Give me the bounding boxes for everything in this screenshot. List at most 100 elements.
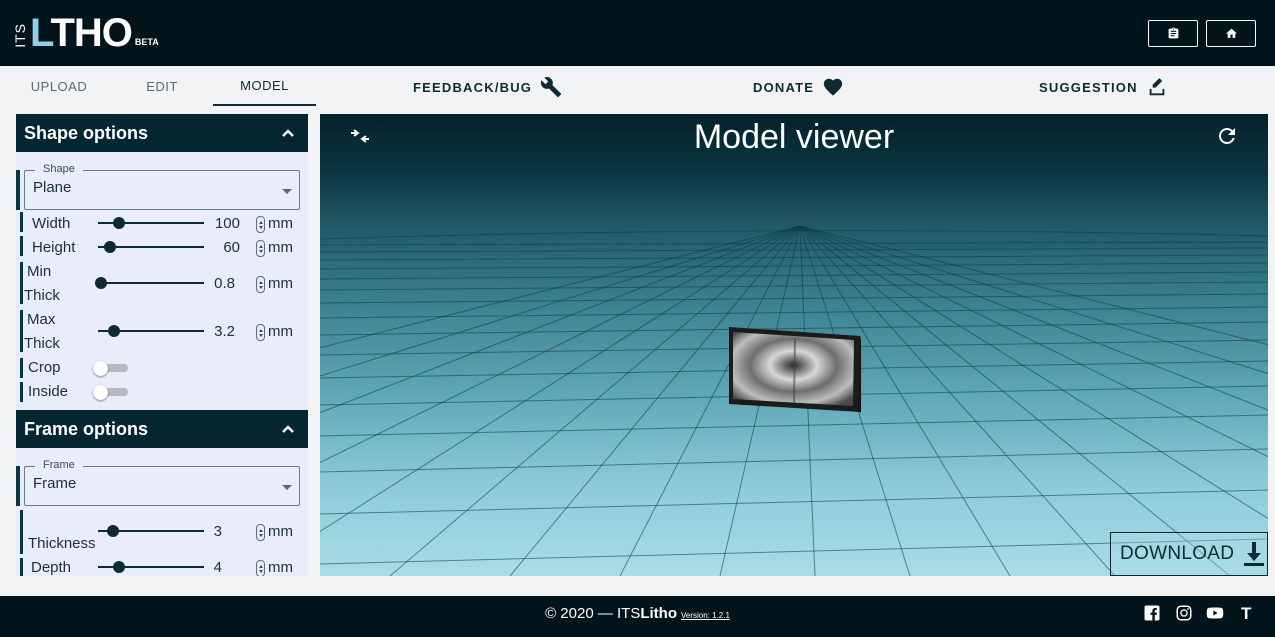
max-thick-unit: mm — [268, 323, 293, 340]
pencil-box-icon — [1149, 78, 1165, 96]
frame-select[interactable]: Frame Frame — [24, 459, 300, 506]
thickness-label: Thickness — [28, 535, 96, 552]
height-label: Height — [32, 239, 76, 256]
width-accent — [20, 212, 23, 232]
min-thick-slider-thumb[interactable] — [95, 277, 107, 289]
thickness-value[interactable]: 3 — [182, 523, 222, 540]
refresh-icon[interactable] — [1215, 124, 1239, 148]
max-thick-label-line1: Max — [27, 311, 56, 328]
suggestion-link[interactable]: SUGGESTION — [1039, 72, 1168, 102]
instagram-icon[interactable] — [1175, 604, 1195, 624]
app-logo[interactable]: ITS LTHO BETA — [12, 8, 159, 56]
min-thick-label-line2: Thick — [24, 287, 60, 304]
home-button[interactable] — [1206, 20, 1256, 47]
shape-select[interactable]: Shape Plane — [24, 163, 300, 210]
model-viewer[interactable]: Model viewer DOWNLOAD — [320, 114, 1268, 576]
feedback-label: FEEDBACK/BUG — [413, 79, 533, 95]
min-thick-label-line1: Min — [27, 263, 52, 280]
options-sidebar[interactable]: Shape options Shape Plane Width 100 mm H… — [16, 114, 308, 576]
min-thick-slider-track[interactable] — [98, 282, 204, 284]
min-thick-value[interactable]: 0.8 — [195, 275, 235, 292]
download-button[interactable]: DOWNLOAD — [1110, 532, 1268, 576]
suggestion-label: SUGGESTION — [1039, 79, 1138, 95]
thickness-accent — [20, 510, 23, 554]
depth-slider-thumb[interactable] — [113, 561, 125, 573]
width-label: Width — [32, 215, 71, 232]
donate-link[interactable]: DONATE — [753, 72, 844, 102]
crop-accent — [20, 358, 23, 378]
download-icon — [1244, 542, 1265, 566]
max-thick-stepper[interactable] — [256, 324, 265, 341]
shape-select-value: Plane — [33, 179, 72, 196]
copyright-text: © 2020 — ITSLitho Version: 1.2.1 — [545, 605, 730, 622]
depth-accent — [20, 558, 23, 576]
frame-select-value: Frame — [33, 475, 77, 492]
viewer-title: Model viewer — [693, 118, 895, 156]
max-thick-accent — [20, 310, 23, 352]
heart-icon — [823, 78, 843, 96]
width-slider-thumb[interactable] — [113, 217, 125, 229]
youtube-icon[interactable] — [1206, 604, 1226, 624]
height-unit: mm — [268, 239, 293, 256]
ground-grid — [320, 225, 1268, 576]
max-thick-slider-thumb[interactable] — [108, 325, 120, 337]
thingiverse-icon[interactable]: T — [1241, 604, 1261, 624]
shape-select-legend: Shape — [35, 163, 83, 175]
shape-options-title: Shape options — [24, 122, 149, 143]
depth-label: Depth — [31, 559, 72, 576]
beta-badge: BETA — [134, 37, 159, 47]
inside-switch-thumb[interactable] — [93, 385, 108, 400]
depth-stepper[interactable] — [256, 560, 265, 576]
frame-options-header[interactable]: Frame options — [16, 410, 308, 448]
shape-options-header[interactable]: Shape options — [16, 114, 308, 152]
min-thick-accent — [20, 262, 23, 304]
min-thick-unit: mm — [268, 275, 293, 292]
width-stepper[interactable] — [256, 216, 265, 233]
max-thick-value[interactable]: 3.2 — [195, 323, 235, 340]
crop-label: Crop — [28, 359, 61, 376]
max-thick-label-line2: Thick — [24, 335, 60, 352]
shape-select-accent — [16, 170, 20, 210]
app-footer: © 2020 — ITSLitho Version: 1.2.1 T — [0, 596, 1275, 637]
min-thick-stepper[interactable] — [256, 276, 265, 293]
chevron-down-icon — [282, 189, 292, 194]
width-unit: mm — [268, 215, 293, 232]
thickness-unit: mm — [268, 523, 293, 540]
height-stepper[interactable] — [256, 240, 265, 257]
width-value[interactable]: 100 — [200, 215, 240, 232]
main-nav: UPLOAD EDIT MODEL FEEDBACK/BUG DONATE SU… — [0, 66, 1275, 108]
frame-select-legend: Frame — [35, 459, 83, 471]
app-header: ITS LTHO BETA — [0, 0, 1275, 66]
crop-switch-thumb[interactable] — [93, 361, 108, 376]
chevron-up-icon[interactable] — [280, 125, 296, 141]
wrench-icon — [541, 77, 562, 98]
donate-label: DONATE — [753, 79, 815, 95]
depth-value[interactable]: 4 — [182, 559, 222, 576]
height-value[interactable]: 60 — [200, 239, 240, 256]
tab-edit[interactable]: EDIT — [122, 66, 202, 106]
clipboard-icon — [1168, 27, 1178, 39]
lithophane-model[interactable] — [729, 327, 861, 413]
logo-text: LTHO — [30, 11, 133, 55]
thickness-slider-thumb[interactable] — [107, 525, 119, 537]
download-label: DOWNLOAD — [1120, 543, 1235, 564]
chevron-down-icon — [282, 485, 292, 490]
frame-select-accent — [16, 466, 20, 506]
clipboard-button[interactable] — [1148, 20, 1198, 47]
feedback-link[interactable]: FEEDBACK/BUG — [413, 72, 562, 102]
chevron-up-icon[interactable] — [280, 421, 296, 437]
height-slider-thumb[interactable] — [104, 241, 116, 253]
version-link[interactable]: Version: 1.2.1 — [681, 611, 730, 620]
logo-prefix: ITS — [12, 23, 28, 48]
logo-flame-letter: L — [30, 11, 51, 55]
tab-upload[interactable]: UPLOAD — [20, 66, 98, 106]
tab-model[interactable]: MODEL — [213, 66, 316, 106]
frame-options-title: Frame options — [24, 418, 149, 439]
inside-accent — [20, 382, 23, 402]
thickness-stepper[interactable] — [256, 524, 265, 541]
facebook-icon[interactable] — [1143, 604, 1163, 624]
height-accent — [20, 236, 23, 256]
depth-unit: mm — [268, 559, 293, 576]
home-icon — [1225, 28, 1237, 38]
inside-label: Inside — [28, 383, 69, 400]
